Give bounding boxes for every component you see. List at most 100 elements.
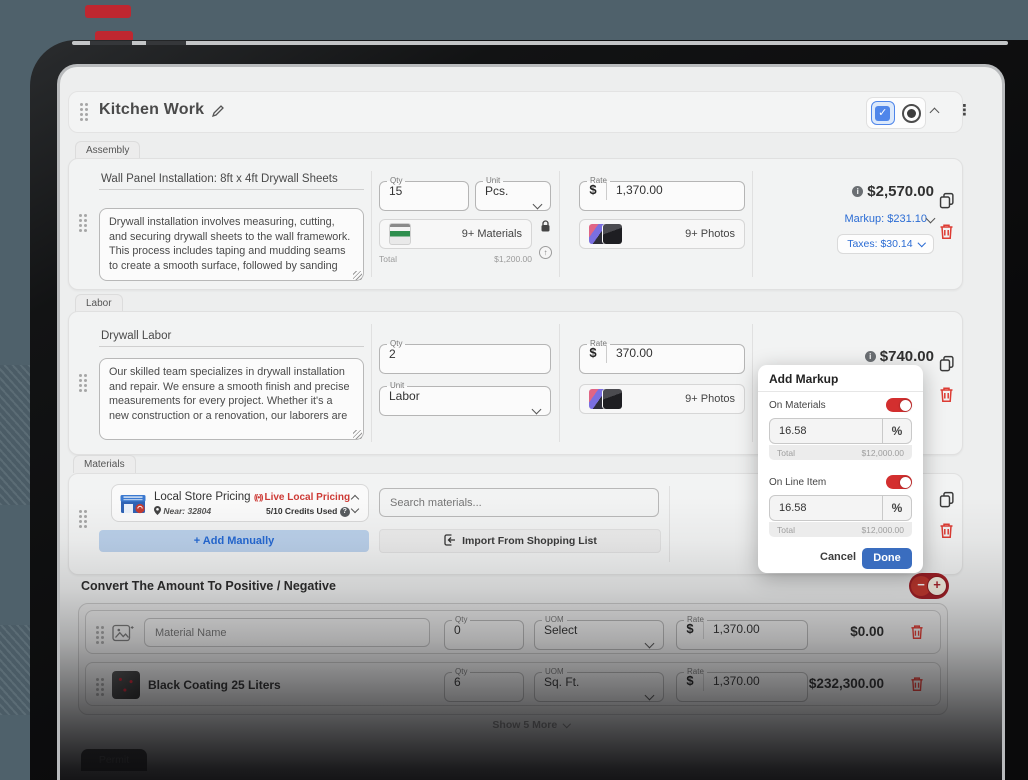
sort-down-icon[interactable]	[351, 505, 359, 513]
assembly-drag-handle[interactable]	[79, 214, 87, 232]
line-item-markup-input[interactable]: 16.58 %	[769, 495, 912, 521]
assembly-photos-chip[interactable]: 9+ Photos	[579, 219, 745, 249]
tab-assembly[interactable]: Assembly	[75, 141, 140, 159]
tab-permit[interactable]: Permit	[81, 749, 147, 771]
qty-value: 6	[445, 675, 523, 692]
on-materials-label: On Materials	[769, 400, 826, 411]
trash-icon[interactable]	[910, 676, 924, 697]
material-row: Black Coating 25 Liters Qty 6 UOM Sq. Ft…	[85, 662, 941, 706]
tab-materials[interactable]: Materials	[73, 455, 136, 473]
copy-icon[interactable]	[938, 354, 955, 377]
divider	[752, 171, 753, 277]
labor-unit-select[interactable]: Unit Labor	[379, 382, 551, 416]
copy-icon[interactable]	[938, 490, 955, 513]
collapse-chevron-icon[interactable]	[930, 108, 940, 118]
assembly-taxes-chip[interactable]: Taxes: $30.14	[759, 234, 934, 254]
uom-value: Sq. Ft.	[535, 675, 663, 692]
material-rows-container: Qty 0 UOM Select Rate $ 1,370.00 $0.00	[78, 603, 948, 715]
qty-value: 0	[445, 623, 523, 640]
labor-description-textarea[interactable]: Our skilled team specializes in drywall …	[99, 358, 364, 440]
row-uom-select[interactable]: UOM Select	[534, 616, 664, 650]
cancel-button[interactable]: Cancel	[820, 551, 856, 563]
trash-icon[interactable]	[939, 223, 954, 245]
percent-sign: %	[882, 419, 911, 443]
materials-total-row: Total $1,200.00	[379, 254, 532, 264]
assembly-rate-field[interactable]: Rate $ 1,370.00	[579, 177, 745, 211]
radio-dot-icon	[907, 109, 916, 118]
resize-grip-icon[interactable]	[353, 271, 362, 280]
labor-drag-handle[interactable]	[79, 374, 87, 392]
line-item-markup-total: Total $12,000.00	[769, 522, 912, 537]
uom-value: Select	[535, 623, 663, 640]
assembly-amount: $2,570.00	[867, 183, 934, 200]
total-value: $12,000.00	[861, 525, 904, 535]
divider	[371, 171, 372, 277]
labor-rate-field[interactable]: Rate $ 370.00	[579, 340, 745, 374]
row-uom-select[interactable]: UOM Sq. Ft.	[534, 668, 664, 702]
trash-icon[interactable]	[939, 386, 954, 408]
positive-negative-toggle[interactable]: − +	[909, 573, 949, 599]
info-icon[interactable]: i	[852, 186, 863, 197]
row-qty-field[interactable]: Qty 6	[444, 668, 524, 702]
material-name-input[interactable]	[144, 618, 430, 647]
trash-icon[interactable]	[910, 624, 924, 645]
broadcast-icon: ((•))	[254, 493, 262, 502]
store-pricing-selector[interactable]: Local Store Pricing Near: 32804 ((•))Liv…	[111, 484, 369, 522]
background-texture	[0, 625, 30, 715]
assembly-qty-field[interactable]: Qty 15	[379, 177, 469, 211]
add-image-icon[interactable]	[112, 623, 134, 647]
row-drag-handle[interactable]	[96, 626, 104, 644]
checkbox-mode-button[interactable]: ✓	[871, 101, 895, 125]
materials-markup-input[interactable]: 16.58 %	[769, 418, 912, 444]
row-rate-field[interactable]: Rate $ 1,370.00	[676, 668, 808, 702]
kebab-menu-icon[interactable]: ⋮	[957, 101, 972, 119]
photo-thumbnails	[589, 224, 622, 244]
popup-title: Add Markup	[769, 372, 838, 386]
on-line-item-toggle[interactable]	[886, 475, 912, 489]
material-thumbnail[interactable]	[112, 671, 140, 699]
chevron-down-icon	[645, 691, 655, 701]
copy-icon[interactable]	[938, 191, 955, 214]
materials-search-input[interactable]	[379, 488, 659, 517]
assembly-markup-link[interactable]: Markup: $231.10	[759, 209, 934, 227]
group-drag-handle[interactable]	[80, 103, 88, 121]
labor-price-block: i$740.00	[759, 348, 934, 366]
import-label: Import From Shopping List	[462, 535, 597, 547]
import-from-shopping-list-button[interactable]: Import From Shopping List	[379, 529, 661, 553]
show-more-link[interactable]: Show 5 More	[60, 719, 1002, 731]
trash-icon[interactable]	[939, 522, 954, 544]
assembly-materials-chip[interactable]: 9+ Materials	[379, 219, 532, 249]
resize-grip-icon[interactable]	[353, 430, 362, 439]
row-drag-handle[interactable]	[96, 678, 104, 696]
assembly-title-input[interactable]	[99, 169, 364, 190]
circle-up-arrow-icon[interactable]: ↑	[539, 246, 552, 259]
row-rate-field[interactable]: Rate $ 1,370.00	[676, 616, 808, 650]
store-icon	[120, 494, 146, 519]
assembly-description-textarea[interactable]: Drywall installation involves measuring,…	[99, 208, 364, 281]
labor-qty-field[interactable]: Qty 2	[379, 340, 551, 374]
chevron-down-icon	[533, 200, 543, 210]
qty-value: 2	[380, 347, 550, 364]
labor-photos-chip[interactable]: 9+ Photos	[579, 384, 745, 414]
total-value: $12,000.00	[861, 448, 904, 458]
question-icon[interactable]: ?	[340, 507, 350, 517]
info-icon[interactable]: i	[865, 351, 876, 362]
plus-icon[interactable]: +	[927, 576, 947, 596]
on-materials-toggle[interactable]	[886, 398, 912, 412]
labor-title-input[interactable]	[99, 326, 364, 347]
rate-value: 1,370.00	[704, 621, 760, 639]
radio-mode-button[interactable]	[902, 104, 921, 123]
row-qty-field[interactable]: Qty 0	[444, 616, 524, 650]
lock-icon[interactable]	[540, 220, 551, 238]
markup-value: 16.58	[770, 425, 882, 437]
tab-labor[interactable]: Labor	[75, 294, 123, 312]
done-button[interactable]: Done	[862, 548, 912, 569]
add-manually-button[interactable]: + Add Manually	[99, 530, 369, 552]
edit-pencil-icon[interactable]	[211, 104, 225, 123]
materials-drag-handle[interactable]	[79, 510, 87, 528]
sort-up-icon[interactable]	[351, 495, 359, 503]
import-icon	[443, 534, 456, 549]
assembly-unit-select[interactable]: Unit Pcs.	[475, 177, 551, 211]
chevron-down-icon	[532, 405, 542, 415]
divider	[752, 324, 753, 442]
